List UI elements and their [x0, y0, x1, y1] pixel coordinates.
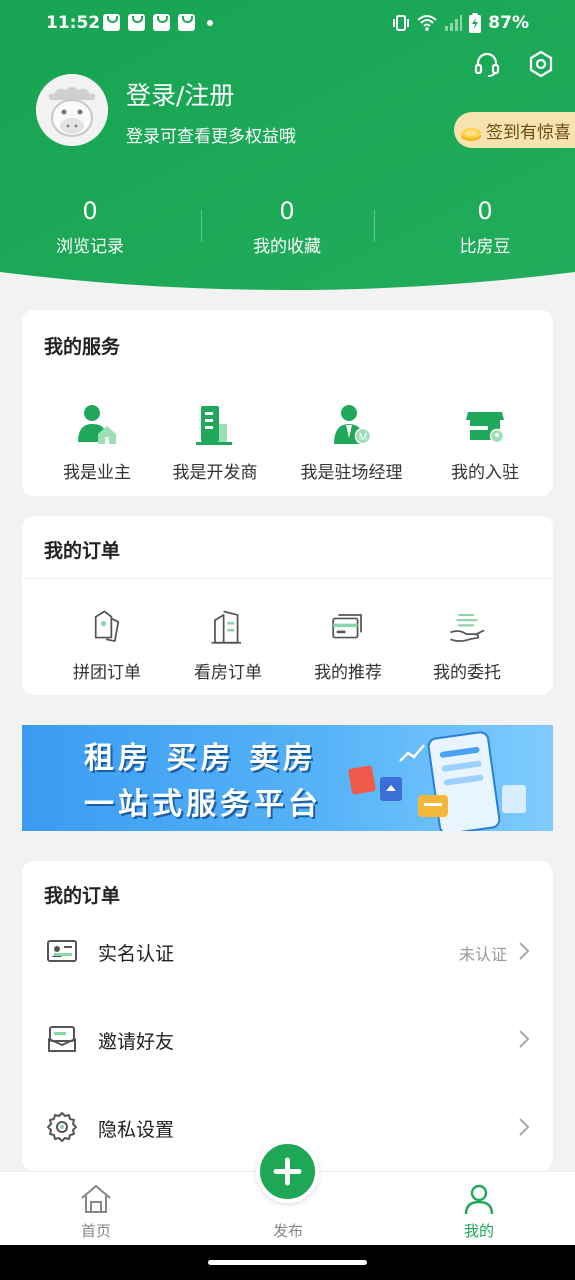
building-icon: [211, 610, 242, 644]
manager-icon: M: [333, 405, 371, 445]
stat-label: 浏览记录: [56, 237, 124, 257]
nav-publish-label[interactable]: 发布: [248, 1220, 328, 1241]
battery-icon: [469, 13, 482, 33]
group-tag-icon: [94, 610, 120, 642]
profile-header: 11:52 87% 登录/注册 登录可查看更多权益哦 签到有惊喜 0 浏览记录 …: [0, 0, 575, 300]
service-label: 我是业主: [63, 463, 131, 483]
headset-icon[interactable]: [473, 50, 501, 78]
order-label: 看房订单: [194, 663, 262, 683]
shopping-bag-icon: [153, 14, 170, 31]
login-register-link[interactable]: 登录/注册: [126, 76, 234, 112]
signal-icon: [445, 15, 463, 31]
home-indicator[interactable]: [208, 1260, 367, 1265]
orders-title: 我的订单: [44, 540, 121, 562]
wifi-icon: [417, 15, 437, 31]
services-grid: 我是业主 我是开发商 M 我是驻场经理 我的入驻: [22, 402, 553, 483]
orders-grid: 拼团订单 看房订单 我的推荐 我的委托: [22, 608, 553, 683]
service-label: 我的入驻: [451, 463, 519, 483]
header-actions: [473, 50, 555, 78]
gear-icon: [47, 1112, 77, 1142]
developer-icon: [196, 406, 232, 445]
row-label: 邀请好友: [98, 1031, 175, 1053]
publish-button[interactable]: [256, 1140, 319, 1203]
notification-icons: [103, 14, 213, 31]
recommend-card-icon: [332, 614, 362, 639]
chevron-right-icon: [519, 942, 530, 960]
row-label: 隐私设置: [98, 1119, 175, 1141]
chevron-right-icon: [519, 1118, 530, 1136]
stat-label: 我的收藏: [253, 237, 321, 257]
user-icon: [464, 1184, 494, 1215]
settings-title: 我的订单: [44, 885, 121, 907]
stat-beans[interactable]: 0 比房豆: [415, 196, 555, 257]
order-recommend[interactable]: 我的推荐: [264, 608, 432, 683]
coin-icon: [461, 128, 481, 141]
promo-banner[interactable]: 租房 买房 卖房 一站式服务平台: [22, 725, 553, 831]
service-label: 我是驻场经理: [300, 463, 403, 483]
service-developer[interactable]: 我是开发商: [172, 402, 258, 483]
order-label: 我的委托: [433, 663, 501, 683]
shopping-bag-icon: [128, 14, 145, 31]
services-card: 我的服务 我是业主 我是开发商 M 我是驻场经理 我的入驻: [22, 310, 553, 496]
stat-favorites[interactable]: 0 我的收藏: [217, 196, 357, 257]
order-group-buy[interactable]: 拼团订单: [22, 608, 192, 683]
stat-value: 0: [477, 197, 493, 225]
avatar-cow-icon: [36, 74, 108, 146]
nav-mine[interactable]: 我的: [439, 1182, 519, 1241]
vibrate-icon: [393, 15, 410, 31]
service-onsite-manager[interactable]: M 我是驻场经理: [258, 402, 445, 483]
services-title: 我的服务: [44, 336, 121, 358]
order-house-viewing[interactable]: 看房订单: [192, 608, 264, 683]
chevron-right-icon: [519, 1030, 530, 1048]
auth-status: 未认证: [458, 945, 507, 964]
stat-value: 0: [82, 197, 98, 225]
gesture-bar-area: [0, 1245, 575, 1280]
order-label: 拼团订单: [73, 663, 141, 683]
stat-browse-history[interactable]: 0 浏览记录: [20, 196, 160, 257]
id-card-icon: [47, 940, 77, 962]
row-invite-friends[interactable]: 邀请好友: [22, 1009, 553, 1069]
home-icon: [81, 1185, 111, 1213]
stat-divider: [374, 210, 375, 242]
battery-percent: 87%: [488, 13, 529, 33]
nav-home[interactable]: 首页: [56, 1182, 136, 1241]
stat-divider: [201, 210, 202, 242]
service-label: 我是开发商: [172, 463, 258, 483]
shopping-bag-icon: [178, 14, 195, 31]
status-bar: 11:52 87%: [0, 0, 575, 48]
banner-illustration: [348, 731, 526, 831]
orders-card: 我的订单 拼团订单 看房订单 我的推荐 我的委托: [22, 516, 553, 695]
nav-label: 发布: [272, 1222, 303, 1240]
banner-line-2: 一站式服务平台: [84, 787, 322, 822]
stat-label: 比房豆: [459, 237, 511, 257]
owner-icon: [78, 405, 116, 444]
nav-label: 我的: [463, 1222, 494, 1240]
banner-line-1: 租房 买房 卖房: [84, 741, 317, 776]
stat-value: 0: [279, 197, 295, 225]
login-subtitle: 登录可查看更多权益哦: [126, 127, 296, 147]
settings-icon[interactable]: [527, 50, 555, 78]
plus-icon: [273, 1157, 302, 1186]
order-entrust[interactable]: 我的委托: [432, 608, 502, 683]
more-notifications-dot: [207, 19, 213, 26]
signin-badge-label: 签到有惊喜: [486, 122, 571, 143]
entrust-hand-icon: [450, 613, 485, 642]
orders-divider: [22, 578, 553, 579]
row-label: 实名认证: [98, 943, 175, 965]
signin-badge[interactable]: 签到有惊喜: [454, 112, 575, 148]
status-right: 87%: [392, 13, 529, 33]
settings-card: 我的订单 实名认证 未认证 邀请好友 隐私设置: [22, 861, 553, 1171]
service-owner[interactable]: 我是业主: [22, 402, 172, 483]
status-time: 11:52: [46, 13, 101, 33]
nav-label: 首页: [80, 1222, 111, 1240]
row-real-name-auth[interactable]: 实名认证 未认证: [22, 921, 553, 981]
store-icon: [466, 412, 505, 444]
shopping-bag-icon: [103, 14, 120, 31]
invite-icon: [48, 1026, 76, 1052]
avatar[interactable]: [36, 74, 108, 146]
service-my-settlement[interactable]: 我的入驻: [445, 402, 525, 483]
order-label: 我的推荐: [314, 663, 382, 683]
svg-text:M: M: [358, 432, 366, 443]
stats-row: 0 浏览记录 0 我的收藏 0 比房豆: [0, 196, 575, 262]
